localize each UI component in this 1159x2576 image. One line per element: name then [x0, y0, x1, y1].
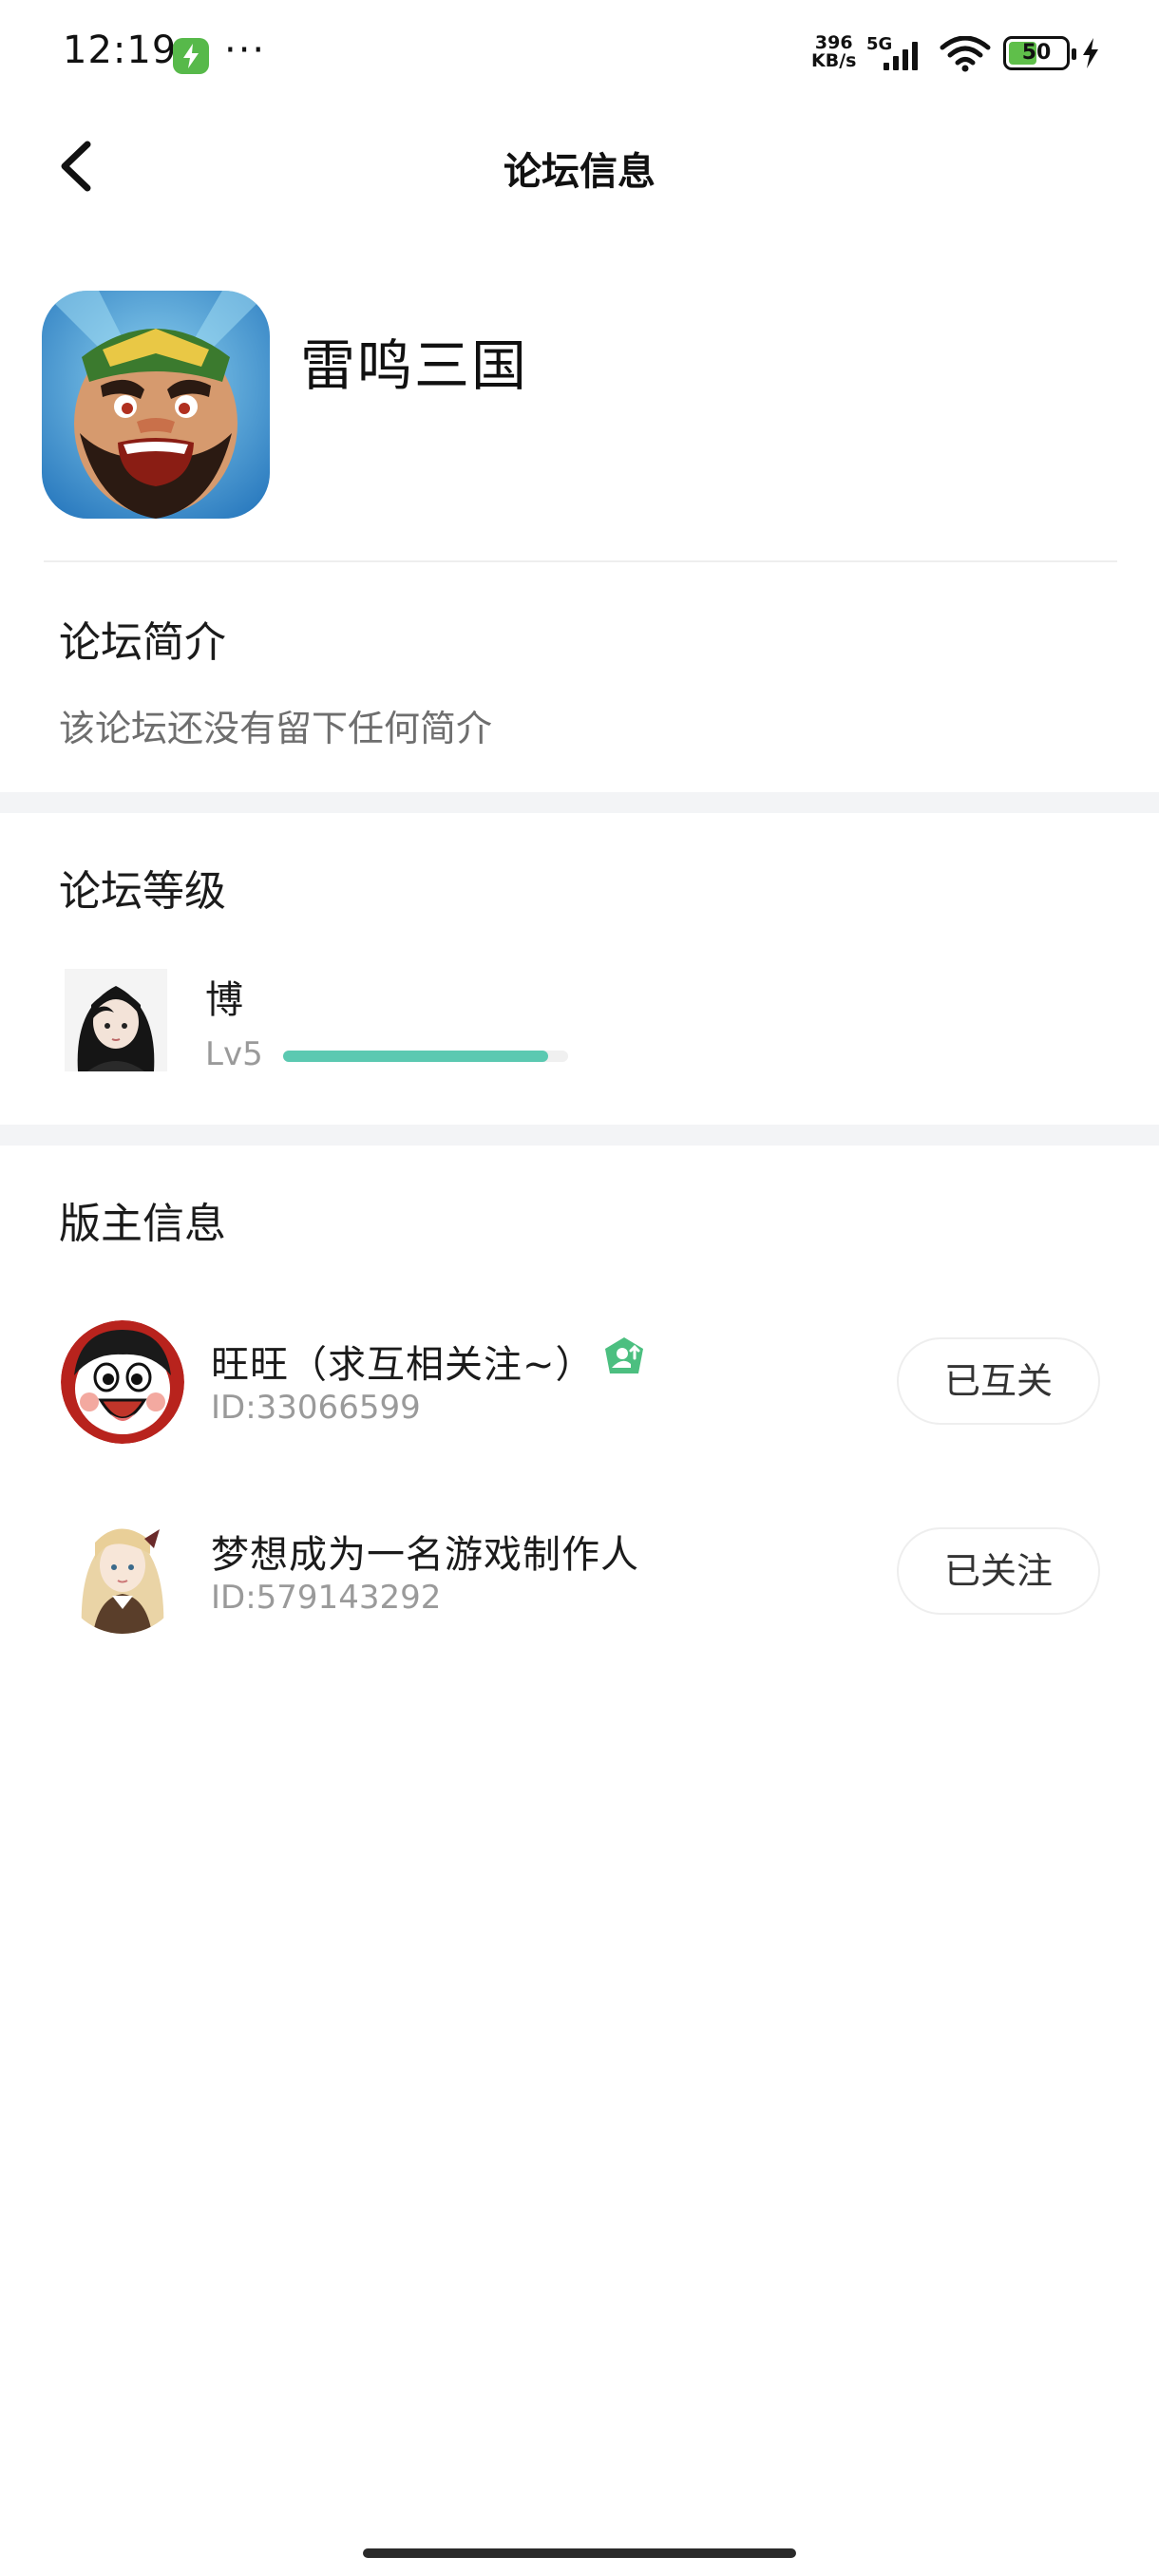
divider	[44, 560, 1117, 562]
forum-name: 雷鸣三国	[300, 333, 529, 398]
wifi-icon	[940, 36, 991, 72]
section-divider	[0, 792, 1159, 813]
moderator-badge-icon	[605, 1337, 643, 1373]
avatar[interactable]	[65, 969, 167, 1071]
moderators-section-title: 版主信息	[59, 1200, 226, 1248]
network-speed-unit: KB/s	[811, 50, 857, 71]
page-title: 论坛信息	[504, 150, 656, 194]
forum-info-page: 12:19 ··· 396 KB/s 5G 50 论坛信息 雷鸣三国 论坛简介 …	[0, 0, 1159, 2576]
moderator-row[interactable]: 梦想成为一名游戏制作人 ID:579143292 已关注	[0, 1501, 1159, 1643]
moderator-id: ID:33066599	[211, 1389, 421, 1427]
cell-signal-icon	[884, 42, 918, 70]
network-speed: 396 KB/s	[811, 34, 856, 70]
level-progress-fill	[283, 1051, 548, 1062]
more-notifications-icon: ···	[224, 28, 267, 72]
mutual-follow-button[interactable]: 已互关	[897, 1337, 1100, 1425]
level-user-name: 博	[205, 978, 243, 1022]
moderator-name: 梦想成为一名游戏制作人	[211, 1533, 639, 1577]
intro-section-title: 论坛简介	[59, 618, 226, 667]
battery-cap	[1072, 48, 1076, 60]
level-progress-bar	[283, 1051, 568, 1062]
intro-text: 该论坛还没有留下任何简介	[59, 708, 493, 749]
home-indicator[interactable]	[363, 2548, 796, 2558]
following-button[interactable]: 已关注	[897, 1527, 1100, 1615]
moderator-name: 旺旺（求互相关注~）	[211, 1343, 595, 1387]
charging-icon	[1083, 38, 1098, 68]
level-section-title: 论坛等级	[59, 867, 226, 916]
battery-icon: 50	[1003, 36, 1076, 70]
status-time: 12:19	[63, 28, 178, 72]
navigation-bar: 论坛信息	[0, 114, 1159, 218]
moderator-row[interactable]: 旺旺（求互相关注~） ID:33066599 已互关	[0, 1311, 1159, 1453]
avatar[interactable]	[61, 1320, 184, 1444]
game-icon	[42, 291, 270, 519]
battery-level: 50	[1021, 41, 1052, 65]
app-notification-icon	[173, 38, 209, 74]
level-label: Lv5	[205, 1035, 263, 1073]
moderator-id: ID:579143292	[211, 1579, 442, 1617]
section-divider	[0, 1125, 1159, 1146]
avatar[interactable]	[61, 1510, 184, 1634]
status-bar: 12:19 ··· 396 KB/s 5G 50	[0, 0, 1159, 114]
